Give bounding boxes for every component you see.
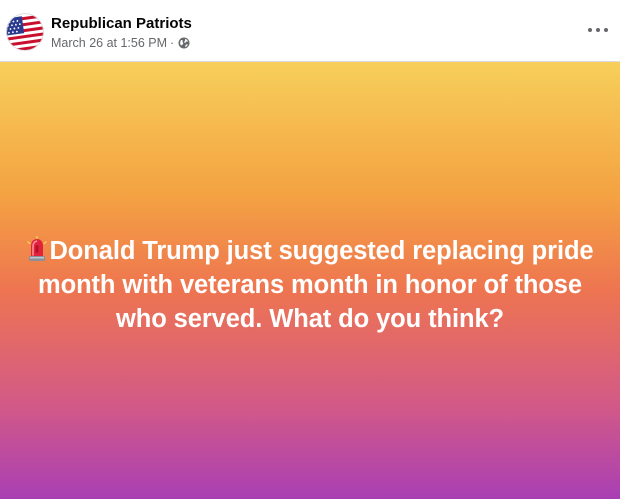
more-dot bbox=[596, 28, 600, 32]
police-light-icon bbox=[26, 235, 48, 262]
facebook-post: Republican Patriots March 26 at 1:56 PM … bbox=[0, 0, 620, 499]
post-timestamp[interactable]: March 26 at 1:56 PM bbox=[51, 36, 167, 50]
page-name-link[interactable]: Republican Patriots bbox=[51, 15, 192, 32]
american-flag-icon bbox=[6, 13, 44, 51]
post-header: Republican Patriots March 26 at 1:56 PM … bbox=[0, 0, 620, 62]
more-dot bbox=[588, 28, 592, 32]
page-avatar[interactable] bbox=[6, 13, 44, 51]
more-options-icon[interactable] bbox=[588, 22, 608, 38]
post-meta: March 26 at 1:56 PM · bbox=[51, 36, 190, 50]
more-dot bbox=[604, 28, 608, 32]
meta-separator: · bbox=[170, 36, 175, 50]
status-text-block: Donald Trump just suggested replacing pr… bbox=[20, 234, 600, 336]
status-background: Donald Trump just suggested replacing pr… bbox=[0, 62, 620, 499]
status-text: Donald Trump just suggested replacing pr… bbox=[38, 236, 594, 333]
globe-icon[interactable] bbox=[178, 37, 190, 49]
